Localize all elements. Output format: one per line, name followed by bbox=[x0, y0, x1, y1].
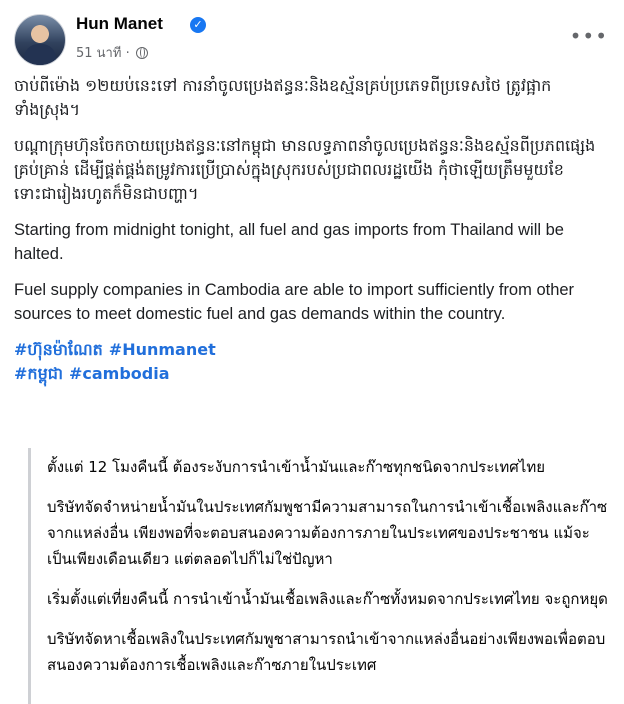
post-time[interactable]: 51 นาที · bbox=[76, 42, 130, 63]
post-body: ចាប់ពីម៉ោង ១២យប់នេះទៅ ការនាំចូលប្រេងឥន្ធ… bbox=[14, 74, 610, 386]
avatar[interactable] bbox=[14, 14, 66, 66]
hashtag-hunmanet-khmer[interactable]: #ហ៊ុនម៉ាណែត bbox=[14, 340, 103, 359]
author-name[interactable]: Hun Manet bbox=[76, 14, 163, 34]
hashtag-cambodia[interactable]: #cambodia bbox=[69, 364, 170, 383]
hashtag-cambodia-khmer[interactable]: #កម្ពុជា bbox=[14, 364, 63, 383]
more-options-icon[interactable]: ••• bbox=[570, 24, 608, 48]
post-meta: 51 นาที · bbox=[76, 42, 148, 63]
hashtag-line-2: #កម្ពុជា #cambodia bbox=[14, 362, 610, 386]
thai-paragraph-4: บริษัทจัดหาเชื้อเพลิงในประเทศกัมพูชาสามา… bbox=[47, 630, 606, 674]
hashtag-hunmanet[interactable]: #Hunmanet bbox=[109, 340, 216, 359]
post-header: Hun Manet ✓ 51 นาที · ••• bbox=[14, 12, 614, 68]
hashtag-line-1: #ហ៊ុនម៉ាណែត #Hunmanet bbox=[14, 338, 610, 362]
english-paragraph-1: Starting from midnight tonight, all fuel… bbox=[14, 221, 564, 263]
thai-paragraph-3: เริ่มตั้งแต่เที่ยงคืนนี้ การนำเข้าน้ำมัน… bbox=[47, 590, 608, 608]
globe-icon[interactable] bbox=[135, 46, 148, 59]
english-paragraph-2: Fuel supply companies in Cambodia are ab… bbox=[14, 281, 575, 323]
translation-quote: ตั้งแต่ 12 โมงคืนนี้ ต้องระงับการนำเข้าน… bbox=[28, 448, 614, 704]
thai-paragraph-1: ตั้งแต่ 12 โมงคืนนี้ ต้องระงับการนำเข้าน… bbox=[47, 458, 546, 476]
khmer-paragraph-1: ចាប់ពីម៉ោង ១២យប់នេះទៅ ការនាំចូលប្រេងឥន្ធ… bbox=[14, 76, 552, 119]
thai-paragraph-2: บริษัทจัดจำหน่ายน้ำมันในประเทศกัมพูชามีค… bbox=[47, 498, 608, 568]
verified-badge-icon: ✓ bbox=[190, 17, 206, 33]
khmer-paragraph-2: បណ្តាក្រុមហ៊ុនចែកចាយប្រេងឥន្ធនៈនៅកម្ពុជា… bbox=[14, 136, 596, 203]
